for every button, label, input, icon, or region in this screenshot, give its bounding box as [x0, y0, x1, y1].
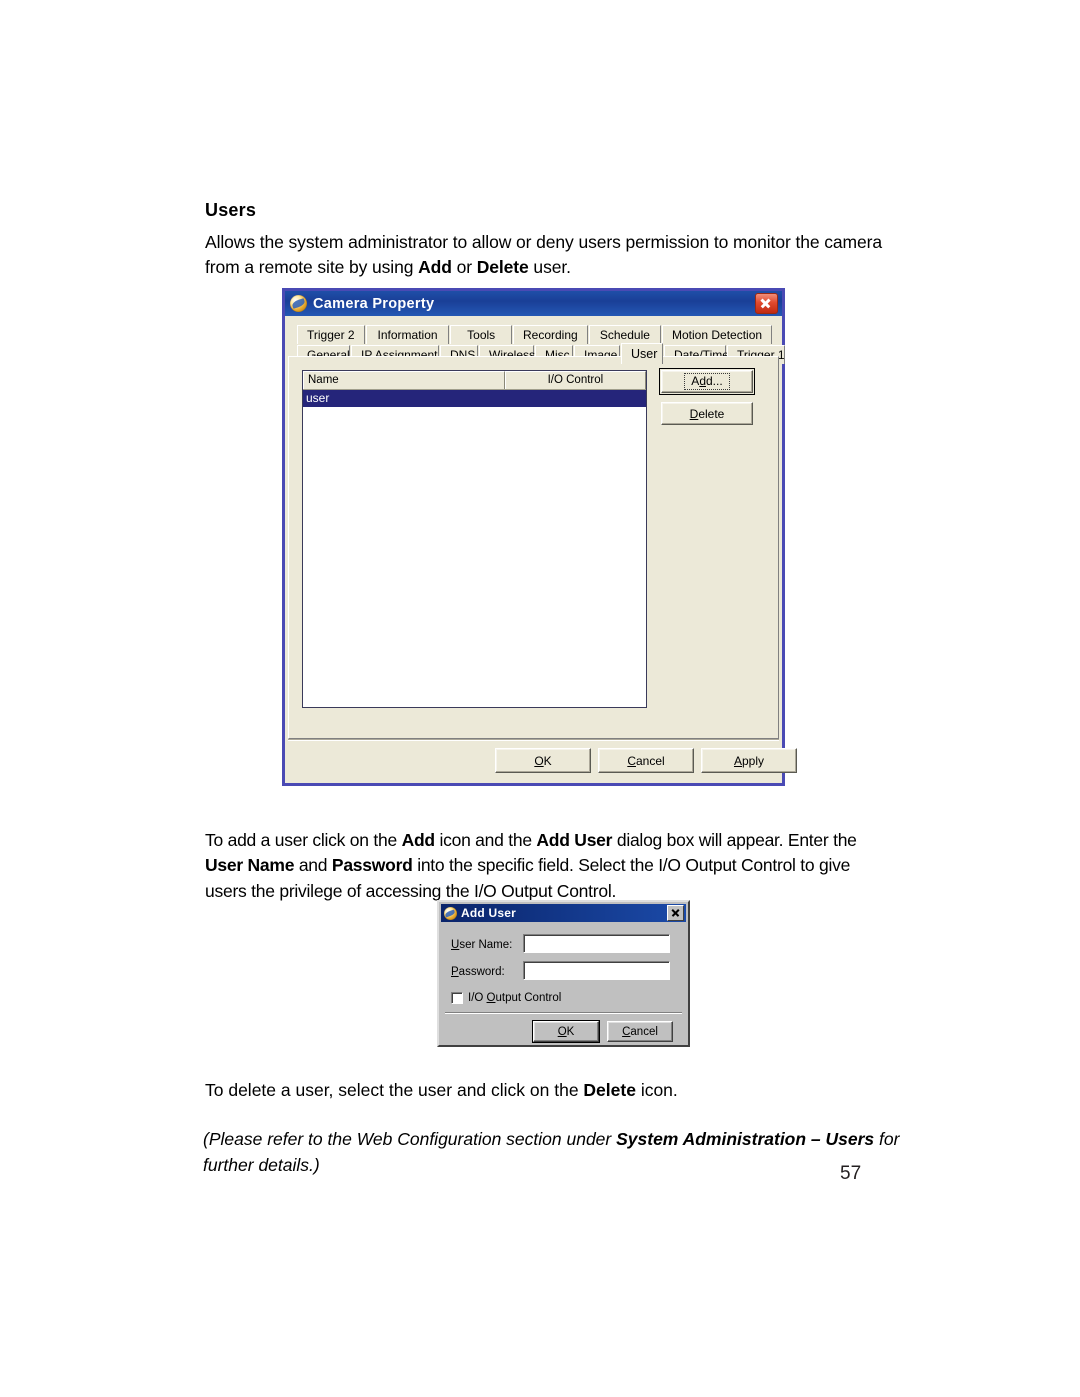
tab-schedule[interactable]: Schedule: [588, 325, 661, 344]
add-button[interactable]: Add...: [659, 368, 755, 395]
apply-button-label: Apply: [733, 753, 765, 768]
add-user-cancel-label: Cancel: [622, 1025, 658, 1038]
user-tab-panel: Name I/O Control user Add... Delete: [288, 356, 779, 739]
add-user-cancel-button[interactable]: Cancel: [607, 1021, 673, 1042]
delete-button[interactable]: Delete: [661, 402, 753, 425]
password-input[interactable]: [523, 961, 670, 980]
ok-button-label: OK: [534, 753, 552, 768]
delete-user-instructions-paragraph: To delete a user, select the user and cl…: [205, 1078, 895, 1103]
io-output-control-label: I/O Output Control: [468, 992, 562, 1004]
globe-icon: [290, 295, 307, 312]
intro-text-2: or: [451, 257, 477, 277]
add-button-label: Add...: [684, 373, 730, 390]
camera-property-footer: OK Cancel Apply: [288, 739, 797, 779]
add-user-title: Add User: [461, 906, 516, 920]
tab-trigger-2[interactable]: Trigger 2: [297, 325, 365, 344]
camera-property-client-area: Trigger 2 Information Tools Recording Sc…: [285, 316, 797, 783]
note-text-1: (Please refer to the Web Configuration s…: [203, 1128, 617, 1149]
password-label: Password:: [451, 966, 505, 978]
close-icon[interactable]: [667, 905, 684, 921]
para3-bold-delete: Delete: [583, 1079, 636, 1100]
user-name-label: User Name:: [451, 939, 513, 951]
tab-recording[interactable]: Recording: [512, 325, 588, 344]
para2-bold-password: Password: [331, 855, 413, 875]
tab-user[interactable]: User: [621, 343, 663, 364]
apply-button[interactable]: Apply: [701, 748, 797, 773]
intro-text-3: user.: [528, 257, 571, 277]
user-name-input[interactable]: [523, 934, 670, 953]
column-header-io-control[interactable]: I/O Control: [504, 371, 646, 389]
tab-information[interactable]: Information: [365, 325, 450, 344]
add-user-divider: [445, 1012, 682, 1014]
add-user-client-area: User Name: Password: I/O Output Control …: [439, 924, 688, 1045]
cancel-button-label: Cancel: [627, 753, 665, 768]
footer-divider: [288, 739, 779, 741]
para2-text-3: dialog box will appear. Enter the: [612, 829, 857, 850]
globe-icon: [444, 906, 457, 920]
add-user-instructions-paragraph: To add a user click on the Add icon and …: [205, 828, 885, 905]
table-row[interactable]: user: [303, 390, 646, 407]
add-user-dialog: Add User User Name: Password: I/O Output…: [437, 900, 690, 1047]
para2-text-4: and: [294, 855, 332, 875]
para3-text-1: To delete a user, select the user and cl…: [205, 1079, 584, 1100]
page-number: 57: [840, 1163, 862, 1184]
camera-property-titlebar[interactable]: Camera Property: [285, 291, 782, 316]
note-paragraph: (Please refer to the Web Configuration s…: [203, 1126, 903, 1178]
para2-bold-add-user: Add User: [536, 829, 613, 850]
add-user-ok-label: OK: [557, 1025, 575, 1038]
camera-property-title: Camera Property: [313, 295, 435, 312]
document-body: Users Allows the system administrator to…: [205, 200, 885, 280]
para2-bold-user-name: User Name: [205, 855, 295, 875]
io-output-control-checkbox-row[interactable]: I/O Output Control: [451, 992, 561, 1004]
column-header-name[interactable]: Name: [303, 371, 505, 389]
para2-text-2: icon and the: [434, 829, 537, 850]
camera-property-dialog: Camera Property Trigger 2 Information To…: [282, 288, 797, 786]
tab-tools[interactable]: Tools: [450, 325, 512, 344]
add-user-ok-button[interactable]: OK: [532, 1020, 600, 1043]
note-bold-reference: System Administration – Users: [616, 1128, 875, 1149]
cancel-button[interactable]: Cancel: [598, 748, 694, 773]
add-user-titlebar[interactable]: Add User: [441, 904, 686, 922]
intro-paragraph: Allows the system administrator to allow…: [205, 230, 885, 280]
close-icon[interactable]: [755, 293, 778, 314]
io-output-control-checkbox[interactable]: [451, 992, 463, 1004]
ok-button[interactable]: OK: [495, 748, 591, 773]
delete-button-label: Delete: [689, 406, 725, 421]
tab-motion-detection[interactable]: Motion Detection: [662, 325, 772, 344]
users-listview-header: Name I/O Control: [303, 371, 646, 390]
para2-text-1: To add a user click on the: [205, 829, 402, 850]
page-title: Users: [205, 200, 257, 220]
intro-bold-add: Add: [418, 257, 452, 277]
users-listview[interactable]: Name I/O Control user: [302, 370, 647, 708]
para2-bold-add: Add: [401, 829, 436, 850]
tab-row-top: Trigger 2 Information Tools Recording Sc…: [297, 324, 773, 344]
intro-bold-delete: Delete: [476, 257, 529, 277]
para3-text-2: icon.: [635, 1079, 678, 1100]
